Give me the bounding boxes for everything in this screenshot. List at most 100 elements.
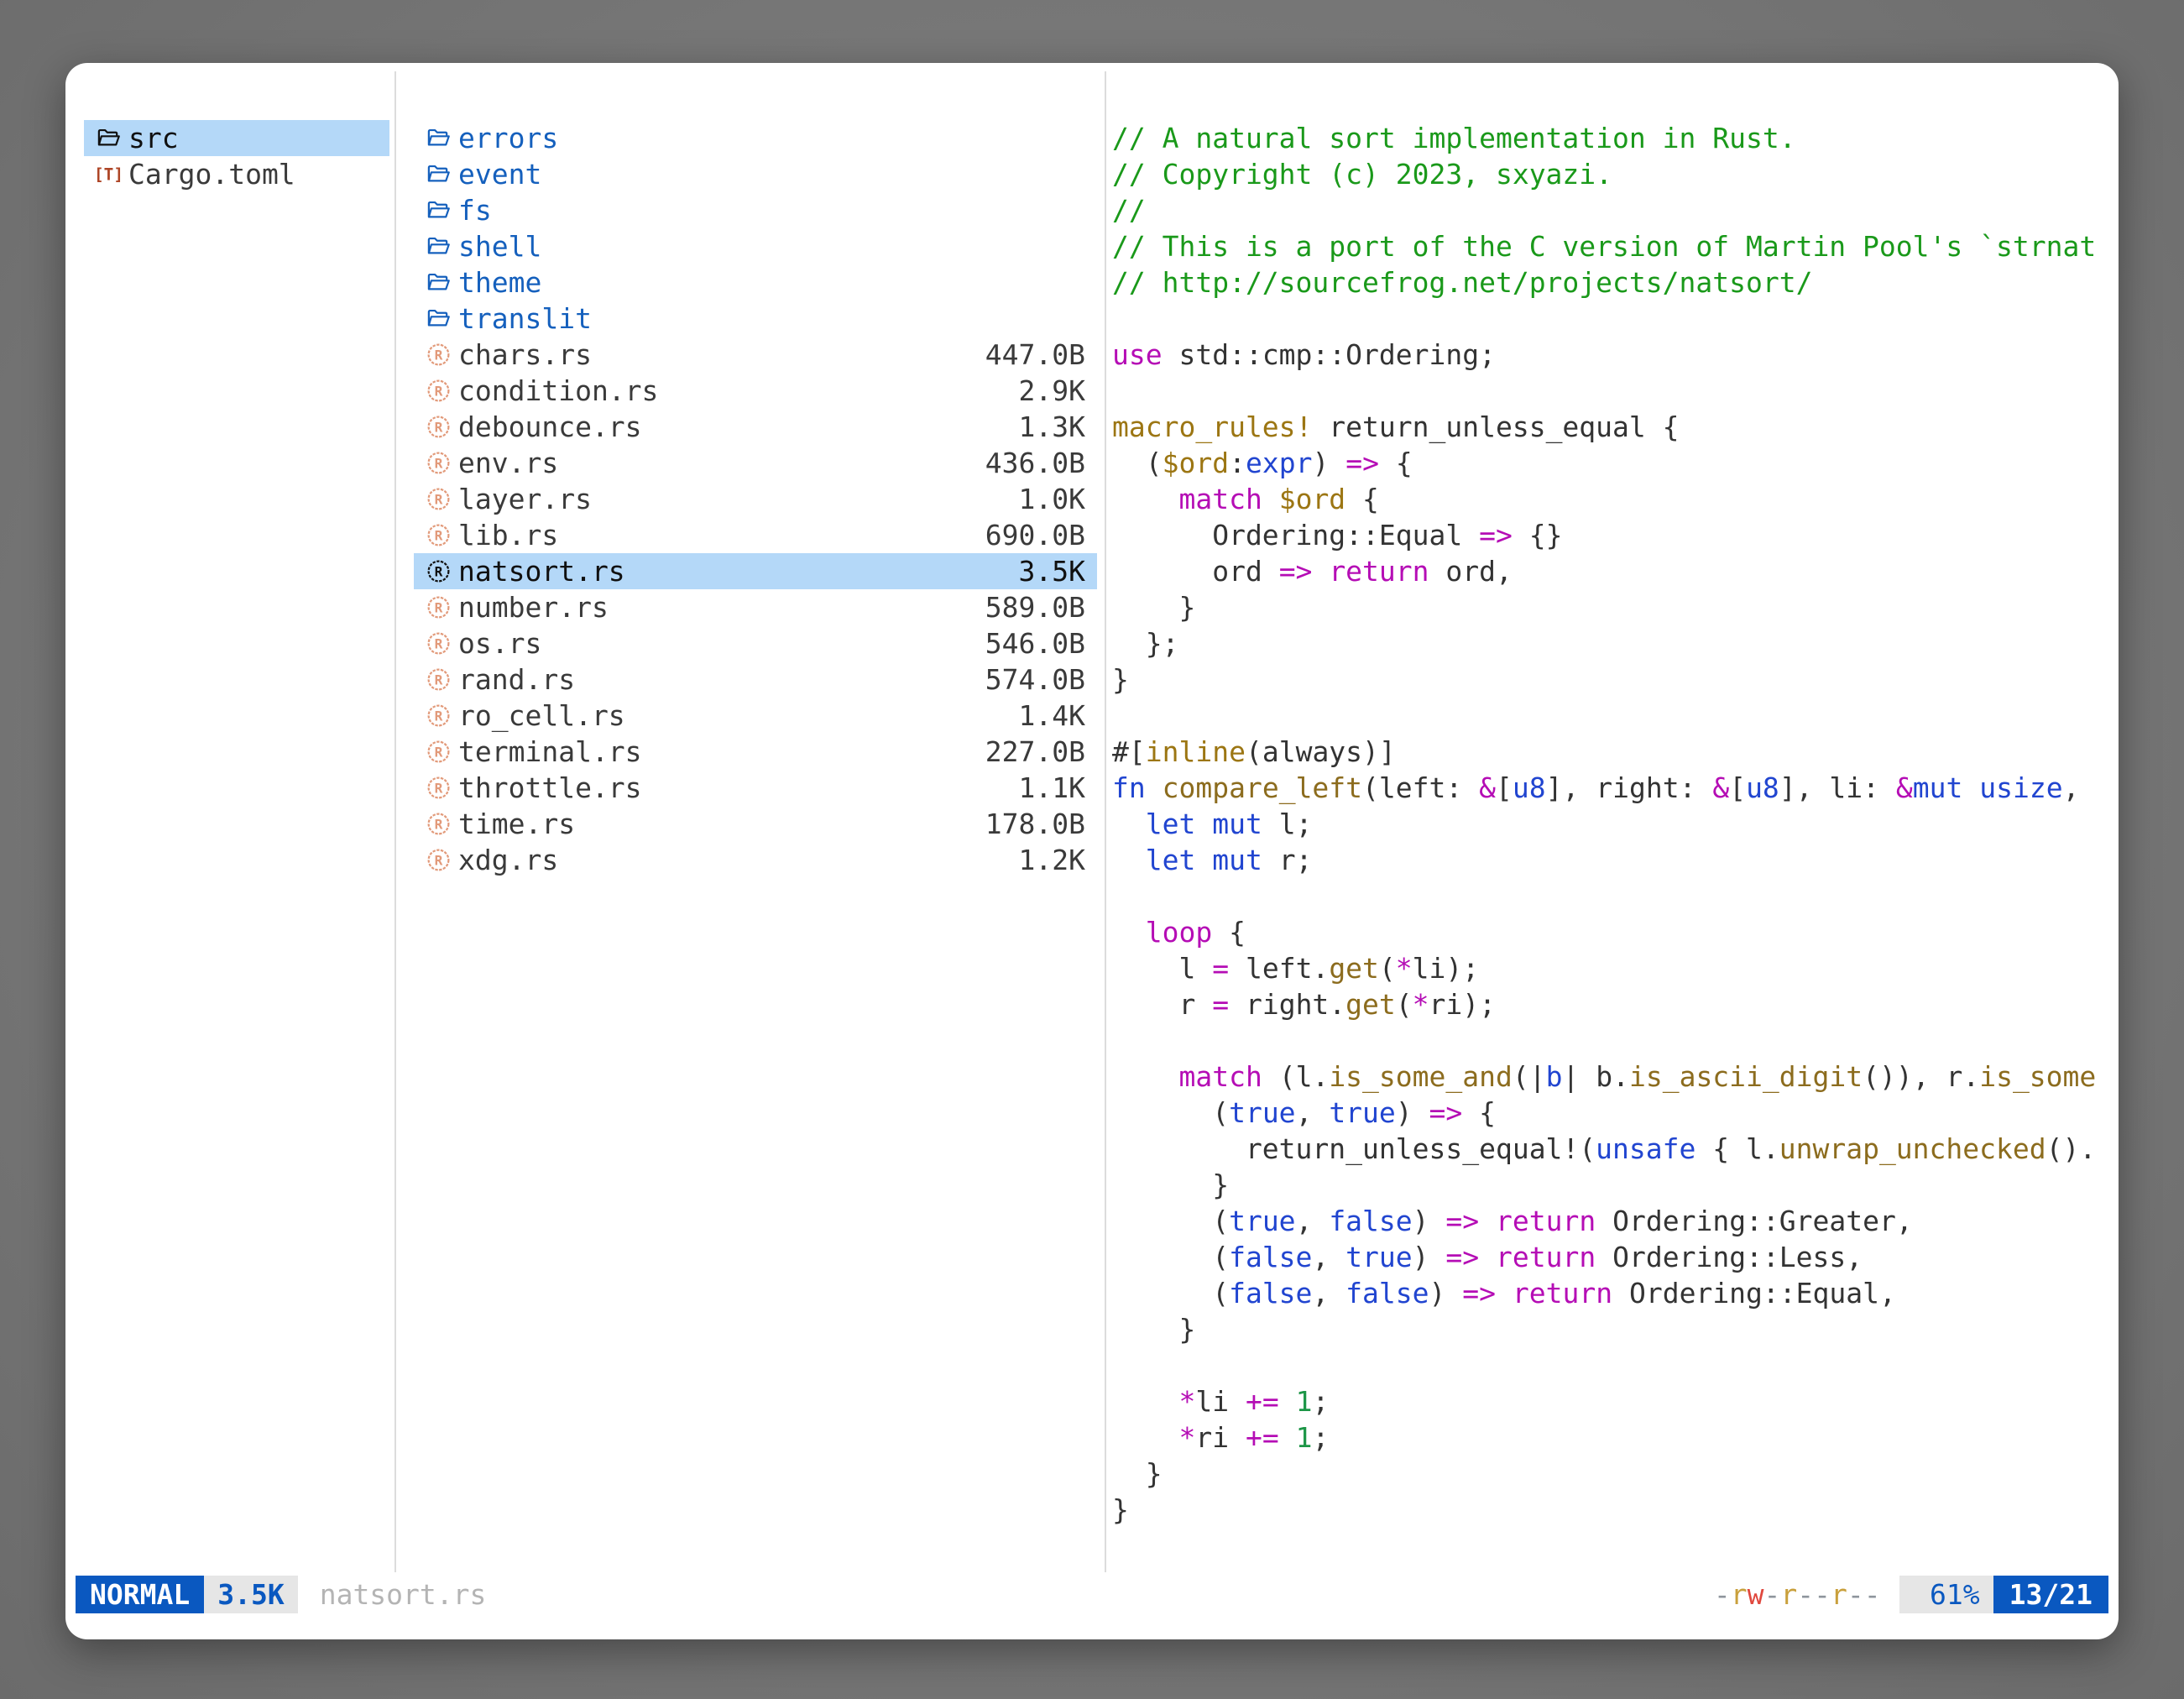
open-folder-icon: [424, 196, 452, 225]
file-name: throttle.rs: [458, 771, 642, 804]
cursor-position-badge: 13/21: [1993, 1576, 2108, 1613]
file-size: 1.0K: [1019, 483, 1085, 515]
file-row[interactable]: event: [414, 156, 1097, 192]
svg-text:R: R: [434, 563, 442, 579]
parent-pane: src [T] Cargo.toml: [84, 120, 389, 192]
code-line: [1112, 698, 2108, 734]
code-line: [1112, 1022, 2108, 1059]
file-name: ro_cell.rs: [458, 699, 625, 732]
file-name: number.rs: [458, 591, 609, 624]
rust-icon: R: [424, 557, 452, 586]
yazi-window: src [T] Cargo.toml errors event fs shell…: [65, 63, 2119, 1639]
file-name: natsort.rs: [458, 555, 625, 588]
svg-text:R: R: [434, 419, 442, 435]
file-size: 3.5K: [1019, 555, 1085, 588]
file-row[interactable]: [T] Cargo.toml: [84, 156, 389, 192]
code-line: macro_rules! return_unless_equal {: [1112, 409, 2108, 445]
code-line: // A natural sort implementation in Rust…: [1112, 120, 2108, 156]
file-row[interactable]: R terminal.rs 227.0B: [414, 734, 1097, 770]
svg-text:R: R: [434, 780, 442, 796]
code-line: r = right.get(*ri);: [1112, 986, 2108, 1022]
file-size: 1.2K: [1019, 844, 1085, 876]
file-row[interactable]: R xdg.rs 1.2K: [414, 842, 1097, 878]
file-row[interactable]: R layer.rs 1.0K: [414, 481, 1097, 517]
code-line: (false, false) => return Ordering::Equal…: [1112, 1275, 2108, 1311]
file-size: 227.0B: [985, 735, 1085, 768]
file-name: os.rs: [458, 627, 541, 660]
file-name: lib.rs: [458, 519, 558, 552]
code-line: [1112, 1347, 2108, 1383]
file-row[interactable]: R ro_cell.rs 1.4K: [414, 698, 1097, 734]
file-size: 1.3K: [1019, 410, 1085, 443]
file-row[interactable]: shell: [414, 228, 1097, 264]
file-row[interactable]: R debounce.rs 1.3K: [414, 409, 1097, 445]
rust-icon: R: [424, 630, 452, 658]
rust-icon: R: [424, 702, 452, 730]
code-line: [1112, 878, 2108, 914]
code-line: match $ord {: [1112, 481, 2108, 517]
code-line: fn compare_left(left: &[u8], right: &[u8…: [1112, 770, 2108, 806]
file-name: layer.rs: [458, 483, 592, 515]
file-size: 1.4K: [1019, 699, 1085, 732]
code-line: l = left.get(*li);: [1112, 950, 2108, 986]
code-line: }: [1112, 1311, 2108, 1347]
file-row[interactable]: src: [84, 120, 389, 156]
file-row[interactable]: errors: [414, 120, 1097, 156]
file-row[interactable]: R natsort.rs 3.5K: [414, 553, 1097, 589]
code-line: loop {: [1112, 914, 2108, 950]
rust-icon: R: [424, 846, 452, 875]
code-line: return_unless_equal!(unsafe { l.unwrap_u…: [1112, 1131, 2108, 1167]
file-row[interactable]: theme: [414, 264, 1097, 301]
file-name: time.rs: [458, 808, 575, 840]
file-row[interactable]: fs: [414, 192, 1097, 228]
svg-text:R: R: [434, 708, 442, 724]
rust-icon: R: [424, 413, 452, 442]
file-name: xdg.rs: [458, 844, 558, 876]
file-row[interactable]: R rand.rs 574.0B: [414, 661, 1097, 698]
file-row[interactable]: R chars.rs 447.0B: [414, 337, 1097, 373]
code-line: ord => return ord,: [1112, 553, 2108, 589]
file-name: env.rs: [458, 447, 558, 479]
file-size: 436.0B: [985, 447, 1085, 479]
file-row[interactable]: R condition.rs 2.9K: [414, 373, 1097, 409]
open-folder-icon: [424, 233, 452, 261]
code-line: Ordering::Equal => {}: [1112, 517, 2108, 553]
file-row[interactable]: R os.rs 546.0B: [414, 625, 1097, 661]
svg-text:R: R: [434, 599, 442, 615]
code-line: }: [1112, 1167, 2108, 1203]
code-line: // Copyright (c) 2023, sxyazi.: [1112, 156, 2108, 192]
open-folder-icon: [94, 124, 123, 153]
file-row[interactable]: R lib.rs 690.0B: [414, 517, 1097, 553]
pane-divider: [1105, 71, 1106, 1572]
file-row[interactable]: R time.rs 178.0B: [414, 806, 1097, 842]
file-row[interactable]: R throttle.rs 1.1K: [414, 770, 1097, 806]
file-size: 2.9K: [1019, 374, 1085, 407]
svg-text:R: R: [434, 527, 442, 543]
rust-icon: R: [424, 521, 452, 550]
svg-text:R: R: [434, 635, 442, 651]
file-row[interactable]: R number.rs 589.0B: [414, 589, 1097, 625]
svg-text:R: R: [434, 455, 442, 471]
code-line: match (l.is_some_and(|b| b.is_ascii_digi…: [1112, 1059, 2108, 1095]
file-name: chars.rs: [458, 338, 592, 371]
scroll-percent-badge: 61%: [1899, 1576, 1993, 1613]
svg-text:[T]: [T]: [96, 165, 122, 185]
code-line: }: [1112, 1456, 2108, 1492]
rust-icon: R: [424, 810, 452, 839]
file-size: 546.0B: [985, 627, 1085, 660]
code-line: ($ord:expr) => {: [1112, 445, 2108, 481]
rust-icon: R: [424, 774, 452, 802]
rust-icon: R: [424, 377, 452, 405]
file-name: fs: [458, 194, 492, 227]
code-line: }: [1112, 661, 2108, 698]
file-size: 178.0B: [985, 808, 1085, 840]
desktop-background: { "colors": { "desktop_bg": "#7a7a7a", "…: [0, 0, 2184, 1699]
file-row[interactable]: translit: [414, 301, 1097, 337]
file-name: condition.rs: [458, 374, 658, 407]
svg-text:R: R: [434, 347, 442, 363]
file-size: 589.0B: [985, 591, 1085, 624]
status-bar: NORMAL 3.5K natsort.rs -rw-r--r-- 61% 13…: [76, 1576, 2108, 1613]
code-line: (true, true) => {: [1112, 1095, 2108, 1131]
status-spacer: [486, 1576, 1714, 1613]
file-row[interactable]: R env.rs 436.0B: [414, 445, 1097, 481]
